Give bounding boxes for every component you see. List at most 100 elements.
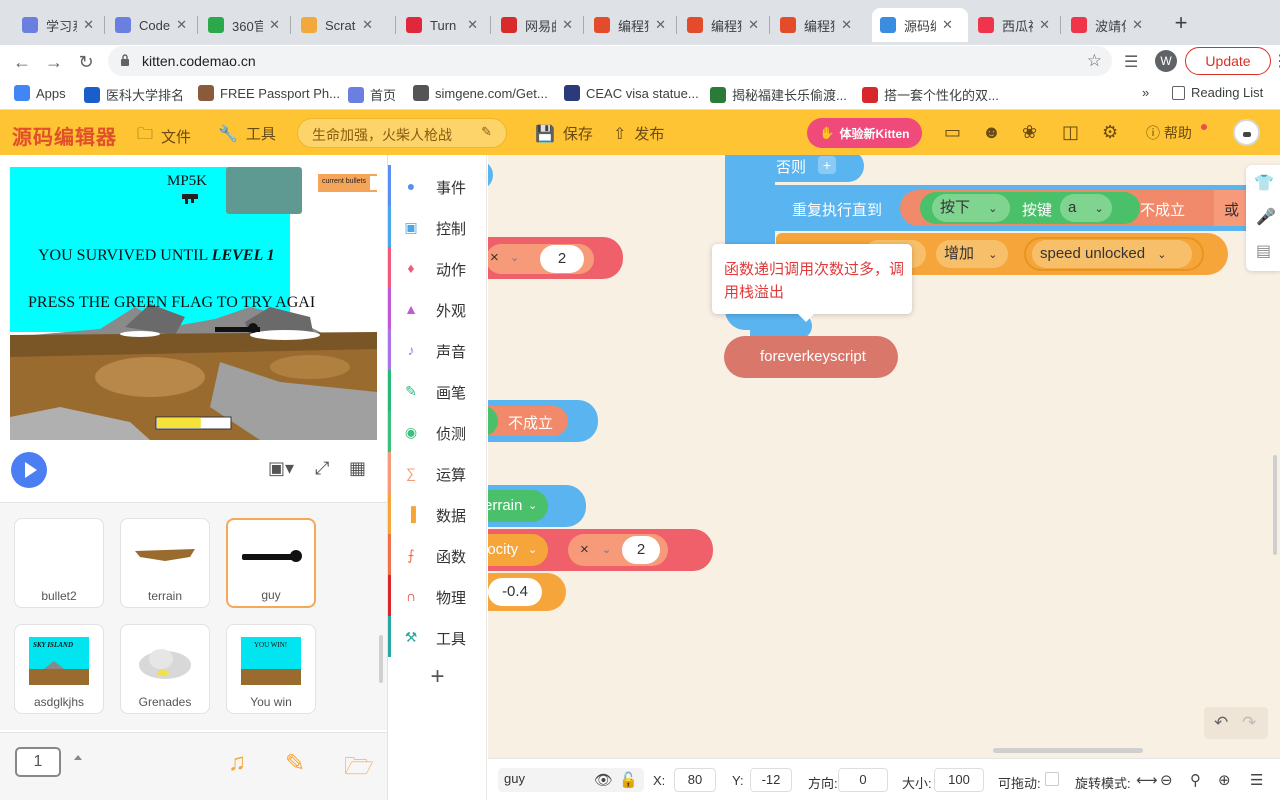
sprite-card-you-win[interactable]: YOU WIN! You win [226, 624, 316, 714]
browser-tab[interactable]: Scratc ✕ [293, 8, 381, 42]
bookmark-item[interactable]: 医科大学排名 [84, 85, 184, 104]
zoom-in-icon[interactable]: ⊕ [1218, 771, 1231, 789]
category-item[interactable]: ∩ 物理 [388, 575, 487, 616]
save-button[interactable]: 💾 保存 [535, 123, 593, 144]
music-icon[interactable]: ♫ [228, 749, 246, 777]
browser-tab[interactable]: 网易曲 ✕ [493, 8, 581, 42]
browser-tab[interactable]: 波靖化 ✕ [1063, 8, 1151, 42]
category-item[interactable]: ∑ 运算 [388, 452, 487, 493]
reload-icon[interactable]: ↻ [74, 50, 98, 74]
velocity-dropdown[interactable]: locity [488, 541, 518, 558]
script-workspace[interactable]: × ⌄ 2 不成立 errain ⌄ locity ⌄ × ⌄ 2 -0.4 否… [488, 155, 1280, 800]
tab-close-icon[interactable]: ✕ [1132, 17, 1143, 33]
tab-close-icon[interactable]: ✕ [467, 17, 478, 33]
sprite-card-terrain[interactable]: terrain [120, 518, 210, 608]
back-icon[interactable]: ← [10, 50, 34, 74]
bookmark-item[interactable]: CEAC visa statue... [564, 85, 699, 101]
tab-close-icon[interactable]: ✕ [942, 17, 953, 33]
tab-close-icon[interactable]: ✕ [1039, 17, 1050, 33]
bookmark-item[interactable]: 首页 [348, 85, 396, 104]
bookmark-item[interactable]: Apps [14, 85, 66, 101]
bookmark-item[interactable]: simgene.com/Get... [413, 85, 548, 101]
partial-block[interactable] [488, 160, 493, 190]
media-queue-icon[interactable]: ☰ [1124, 52, 1138, 72]
browser-tab[interactable]: 编程猫 ✕ [586, 8, 674, 42]
browser-tab[interactable]: 学习系 ✕ [14, 8, 102, 42]
size-input[interactable]: 100 [934, 768, 984, 792]
device-icon[interactable]: ▭ [944, 122, 961, 143]
file-menu-button[interactable]: 🗀 文件 [137, 123, 191, 150]
browser-tab[interactable]: Turn ✕ [398, 8, 486, 42]
tools-menu-button[interactable]: 🔧 工具 [218, 123, 276, 144]
browser-tab[interactable]: 西瓜视 ✕ [970, 8, 1058, 42]
tab-close-icon[interactable]: ✕ [655, 17, 666, 33]
extensions-icon[interactable]: ❀ [1022, 122, 1037, 143]
tab-close-icon[interactable]: ✕ [748, 17, 759, 33]
browser-tab[interactable]: Code ✕ [107, 8, 195, 42]
speed-variable-dropdown[interactable]: speed unlocked ⌄ [1032, 240, 1192, 268]
menu-icon[interactable]: ☰ [1250, 771, 1263, 789]
x-input[interactable]: 80 [674, 768, 716, 792]
add-folder-icon[interactable]: 🗁 [344, 749, 374, 790]
bookmark-star-icon[interactable]: ☆ [1087, 51, 1102, 71]
bookmark-item[interactable]: 搭一套个性化的双... [862, 85, 999, 104]
sprite-card-grenades[interactable]: Grenades [120, 624, 210, 714]
fullscreen-icon[interactable]: ⤢ [315, 458, 329, 479]
browser-tab[interactable]: 源码编 ✕ [872, 8, 968, 42]
browser-tab[interactable]: 编程猫 ✕ [679, 8, 767, 42]
microphone-icon[interactable]: 🎤 [1256, 207, 1276, 227]
boolean-block[interactable]: 不成立 [488, 400, 598, 442]
visibility-eye-icon[interactable]: 👁 [594, 771, 613, 789]
browser-menu-icon[interactable]: ⋮ [1272, 51, 1280, 71]
robot-icon[interactable]: ☻ [982, 122, 1001, 143]
zoom-reset-icon[interactable]: ⚲ [1190, 771, 1201, 789]
add-extension-button[interactable]: + [388, 663, 487, 693]
tab-close-icon[interactable]: ✕ [83, 17, 94, 33]
browser-tab[interactable]: 编程猫 ✕ [772, 8, 860, 42]
sprite-card-bullet2[interactable]: bullet2 [14, 518, 104, 608]
sprite-list-scrollbar[interactable] [379, 635, 383, 683]
sprite-card-asdglkjhs[interactable]: SKY ISLAND asdglkjhs [14, 624, 104, 714]
forward-icon[interactable]: → [42, 50, 66, 74]
project-name-field[interactable]: 生命加强，火柴人枪战 ✎ [297, 118, 507, 148]
y-input[interactable]: -12 [750, 768, 792, 792]
number-input[interactable]: -0.4 [488, 578, 542, 606]
browser-tab[interactable]: 360官 ✕ [200, 8, 288, 42]
hardware-icon[interactable]: ◫ [1062, 122, 1079, 143]
terrain-dropdown[interactable]: errain [488, 497, 522, 514]
draggable-checkbox[interactable] [1045, 772, 1059, 786]
new-tab-button[interactable]: + [1168, 10, 1194, 36]
chart-bars-icon[interactable]: ▤ [1256, 241, 1271, 261]
update-button[interactable]: Update [1185, 47, 1271, 75]
stage-size-icon[interactable]: ▣▾ [268, 458, 294, 479]
paint-pencil-icon[interactable]: ✎ [285, 749, 305, 778]
sprite-card-guy[interactable]: guy [226, 518, 316, 608]
workspace-horizontal-scrollbar[interactable] [993, 748, 1143, 753]
repeat-until-block[interactable]: 重复执行直到 按下 ⌄ 按键 a ⌄ 不成立 或 [760, 185, 1280, 231]
run-button[interactable] [11, 452, 47, 488]
category-item[interactable]: ⨍ 函数 [388, 534, 487, 575]
direction-input[interactable]: 0 [838, 768, 888, 792]
zoom-out-icon[interactable]: ⊖ [1160, 771, 1173, 789]
lock-toggle-icon[interactable]: 🔓 [619, 771, 638, 789]
value-block[interactable]: -0.4 [488, 573, 566, 611]
scene-selector[interactable]: 1 [15, 747, 61, 777]
settings-gear-icon[interactable]: ⚙ [1102, 122, 1118, 143]
category-item[interactable]: ♪ 声音 [388, 329, 487, 370]
tab-close-icon[interactable]: ✕ [841, 17, 852, 33]
address-bar[interactable]: kitten.codemao.cn ☆ [108, 46, 1112, 76]
number-input[interactable]: 2 [622, 536, 660, 564]
costume-shirt-icon[interactable]: 👕 [1254, 173, 1274, 193]
publish-button[interactable]: ⇧ 发布 [613, 123, 664, 144]
operator-block[interactable]: × ⌄ 2 [488, 237, 623, 279]
undo-icon[interactable]: ↶ [1214, 713, 1228, 733]
rotation-mode-icon[interactable]: ⟷ [1136, 771, 1158, 789]
category-item[interactable]: ✎ 画笔 [388, 370, 487, 411]
category-item[interactable]: ▣ 控制 [388, 206, 487, 247]
tab-close-icon[interactable]: ✕ [269, 17, 280, 33]
number-input[interactable]: 2 [540, 245, 584, 273]
scene-expand-icon[interactable] [74, 755, 82, 760]
key-dropdown[interactable]: a ⌄ [1060, 194, 1112, 222]
tab-close-icon[interactable]: ✕ [562, 17, 573, 33]
press-dropdown[interactable]: 按下 ⌄ [932, 194, 1010, 222]
